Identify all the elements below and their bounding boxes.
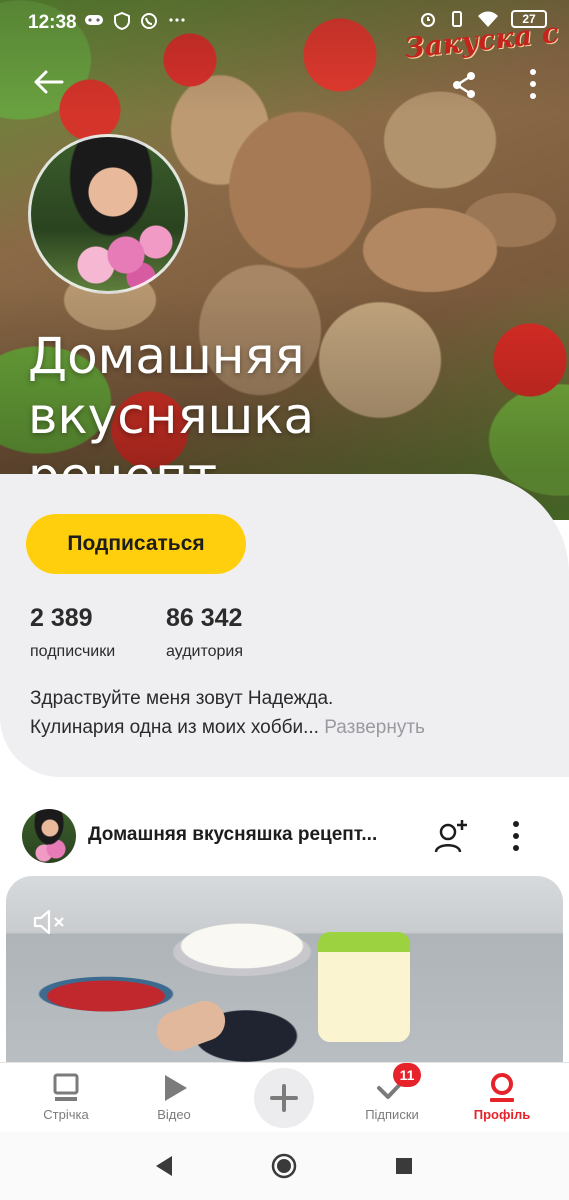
feed-icon bbox=[49, 1071, 83, 1105]
system-back-button[interactable] bbox=[150, 1152, 178, 1180]
nav-video-label: Відео bbox=[157, 1107, 191, 1122]
check-icon: 11 bbox=[375, 1063, 421, 1105]
post-video[interactable] bbox=[6, 876, 563, 1064]
vibrate-icon bbox=[452, 11, 462, 27]
viber-icon bbox=[141, 13, 157, 29]
expand-description-link[interactable]: Развернуть bbox=[324, 717, 425, 738]
nav-profile-label: Профіль bbox=[473, 1107, 531, 1122]
system-navigation-bar bbox=[0, 1132, 569, 1200]
subscriptions-badge: 11 bbox=[393, 1063, 421, 1087]
kebab-menu-icon bbox=[530, 69, 536, 99]
follow-button[interactable] bbox=[432, 816, 472, 856]
nav-profile[interactable]: Профіль bbox=[452, 1063, 552, 1133]
description-line-2: Кулинария одна из моих хобби... Разверну… bbox=[30, 713, 550, 742]
share-button[interactable] bbox=[449, 70, 479, 100]
bottom-navigation: Стрічка Відео 11 Підписки Профіль bbox=[0, 1062, 569, 1132]
play-icon bbox=[157, 1071, 191, 1105]
shield-icon bbox=[114, 12, 130, 30]
status-notification-icons bbox=[84, 12, 186, 30]
channel-info-card: Подписаться 2 389 подписчики 86 342 ауди… bbox=[0, 474, 569, 777]
wifi-icon bbox=[478, 11, 498, 27]
description-line-1: Здраствуйте меня зовут Надежда. bbox=[30, 688, 334, 709]
mute-button[interactable] bbox=[32, 908, 68, 936]
system-recents-button[interactable] bbox=[390, 1152, 418, 1180]
triangle-back-icon bbox=[156, 1156, 172, 1176]
subscribers-label: подписчики bbox=[30, 643, 116, 660]
status-bar: 12:38 27 bbox=[0, 0, 569, 44]
subscribers-stat: 2 389 подписчики bbox=[30, 604, 115, 661]
channel-avatar bbox=[28, 134, 188, 294]
battery-level: 27 bbox=[522, 12, 536, 26]
gamepad-icon bbox=[85, 15, 103, 25]
plus-icon bbox=[270, 1084, 298, 1112]
nav-video[interactable]: Відео bbox=[124, 1063, 224, 1133]
profile-icon bbox=[485, 1071, 519, 1105]
nav-feed[interactable]: Стрічка bbox=[16, 1063, 116, 1133]
description-text: Кулинария одна из моих хобби... bbox=[30, 717, 319, 738]
channel-description: Здраствуйте меня зовут Надежда. Кулинари… bbox=[30, 684, 550, 742]
arrow-left-icon bbox=[34, 70, 64, 94]
nav-subscriptions-label: Підписки bbox=[365, 1107, 419, 1122]
share-icon bbox=[453, 72, 475, 98]
kebab-menu-icon bbox=[513, 821, 519, 851]
post-header: Домашняя вкусняшка рецепт... bbox=[0, 800, 569, 870]
add-user-icon bbox=[434, 820, 467, 853]
subscribers-count: 2 389 bbox=[30, 604, 93, 632]
audience-count: 86 342 bbox=[166, 604, 243, 632]
post-author-avatar[interactable] bbox=[22, 809, 76, 863]
video-hand bbox=[151, 995, 231, 1057]
square-recents-icon bbox=[396, 1158, 412, 1174]
more-options-button[interactable] bbox=[523, 64, 543, 104]
more-dots-icon bbox=[169, 18, 185, 22]
subscribe-button[interactable]: Подписаться bbox=[26, 514, 246, 574]
audience-stat: 86 342 аудитория bbox=[166, 604, 243, 661]
nav-subscriptions[interactable]: 11 Підписки bbox=[342, 1063, 442, 1133]
add-post-button[interactable] bbox=[254, 1068, 314, 1128]
system-home-button[interactable] bbox=[270, 1152, 298, 1180]
back-button[interactable] bbox=[30, 64, 66, 100]
audience-label: аудитория bbox=[166, 643, 244, 660]
speaker-muted-icon bbox=[33, 909, 64, 935]
video-jar bbox=[318, 932, 410, 1042]
post-more-button[interactable] bbox=[506, 816, 526, 856]
battery-icon: 27 bbox=[511, 10, 547, 28]
circle-home-icon bbox=[271, 1153, 297, 1179]
status-time: 12:38 bbox=[28, 12, 77, 33]
post-author-name[interactable]: Домашняя вкусняшка рецепт... bbox=[88, 824, 377, 846]
status-system-icons: 27 bbox=[419, 10, 547, 28]
alarm-icon bbox=[421, 13, 435, 27]
nav-feed-label: Стрічка bbox=[43, 1107, 89, 1122]
